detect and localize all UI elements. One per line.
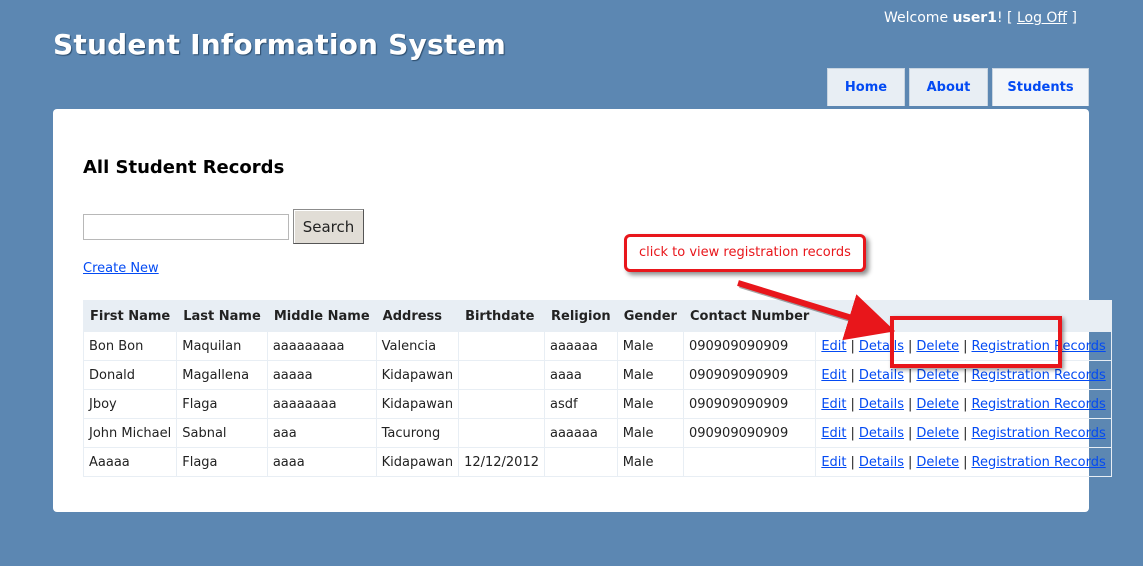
annotation-callout: click to view registration records [624, 234, 866, 272]
annotation-arrow [737, 280, 896, 341]
arrow-line [737, 280, 896, 341]
annotation-highlight-box [890, 316, 1062, 368]
